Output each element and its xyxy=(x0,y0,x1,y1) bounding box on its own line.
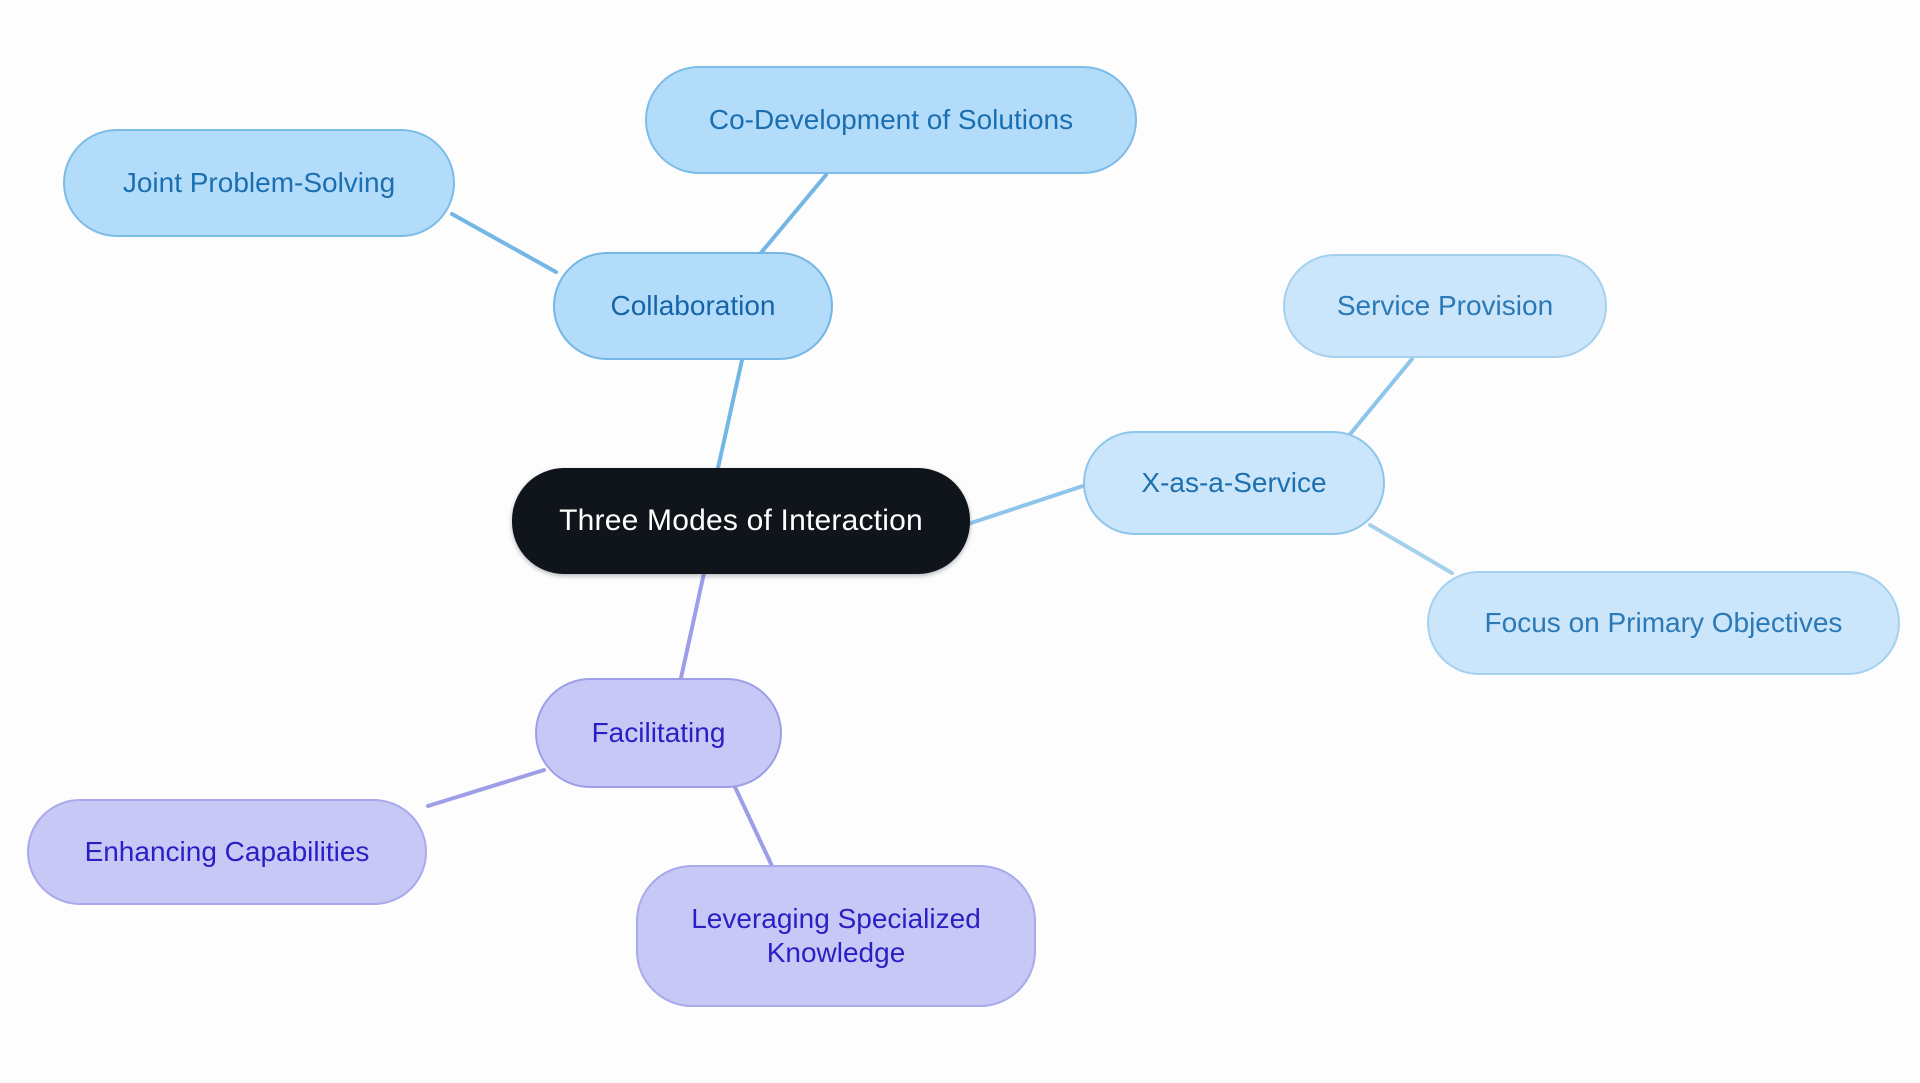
node-collaboration[interactable]: Collaboration xyxy=(553,252,833,360)
node-facilitating-label: Facilitating xyxy=(591,716,726,748)
node-joint-problem-solving-label: Joint Problem-Solving xyxy=(122,166,396,198)
node-xaas-label: X-as-a-Service xyxy=(1141,466,1327,498)
edge-facilitating-enhancing-capabilities xyxy=(426,768,546,808)
node-root-label: Three Modes of Interaction xyxy=(559,503,923,537)
edge-facilitating-leveraging-knowledge xyxy=(733,785,774,868)
node-focus-primary-objectives-label: Focus on Primary Objectives xyxy=(1484,606,1843,638)
edge-collaboration-joint-problem-solving xyxy=(450,212,558,274)
node-enhancing-capabilities[interactable]: Enhancing Capabilities xyxy=(27,799,427,905)
node-root[interactable]: Three Modes of Interaction xyxy=(512,468,970,574)
node-collaboration-label: Collaboration xyxy=(610,289,776,321)
node-joint-problem-solving[interactable]: Joint Problem-Solving xyxy=(63,129,455,237)
node-leveraging-knowledge-label: Leveraging Specialized Knowledge xyxy=(691,902,981,968)
edge-collaboration-co-development xyxy=(758,173,828,256)
node-enhancing-capabilities-label: Enhancing Capabilities xyxy=(84,835,370,867)
node-xaas[interactable]: X-as-a-Service xyxy=(1083,431,1385,535)
node-facilitating[interactable]: Facilitating xyxy=(535,678,782,788)
mindmap-canvas: Three Modes of Interaction Collaboration… xyxy=(0,0,1920,1083)
edge-xaas-service-provision xyxy=(1340,357,1414,446)
edge-root-collaboration xyxy=(716,358,744,470)
node-leveraging-knowledge[interactable]: Leveraging Specialized Knowledge xyxy=(636,865,1036,1007)
edge-root-xaas xyxy=(966,481,1094,526)
node-service-provision-label: Service Provision xyxy=(1336,289,1554,321)
edge-root-facilitating xyxy=(679,571,706,680)
edge-xaas-focus-primary-objectives xyxy=(1368,523,1454,575)
node-co-development[interactable]: Co-Development of Solutions xyxy=(645,66,1137,174)
node-service-provision[interactable]: Service Provision xyxy=(1283,254,1607,358)
node-focus-primary-objectives[interactable]: Focus on Primary Objectives xyxy=(1427,571,1900,675)
node-co-development-label: Co-Development of Solutions xyxy=(708,103,1074,135)
